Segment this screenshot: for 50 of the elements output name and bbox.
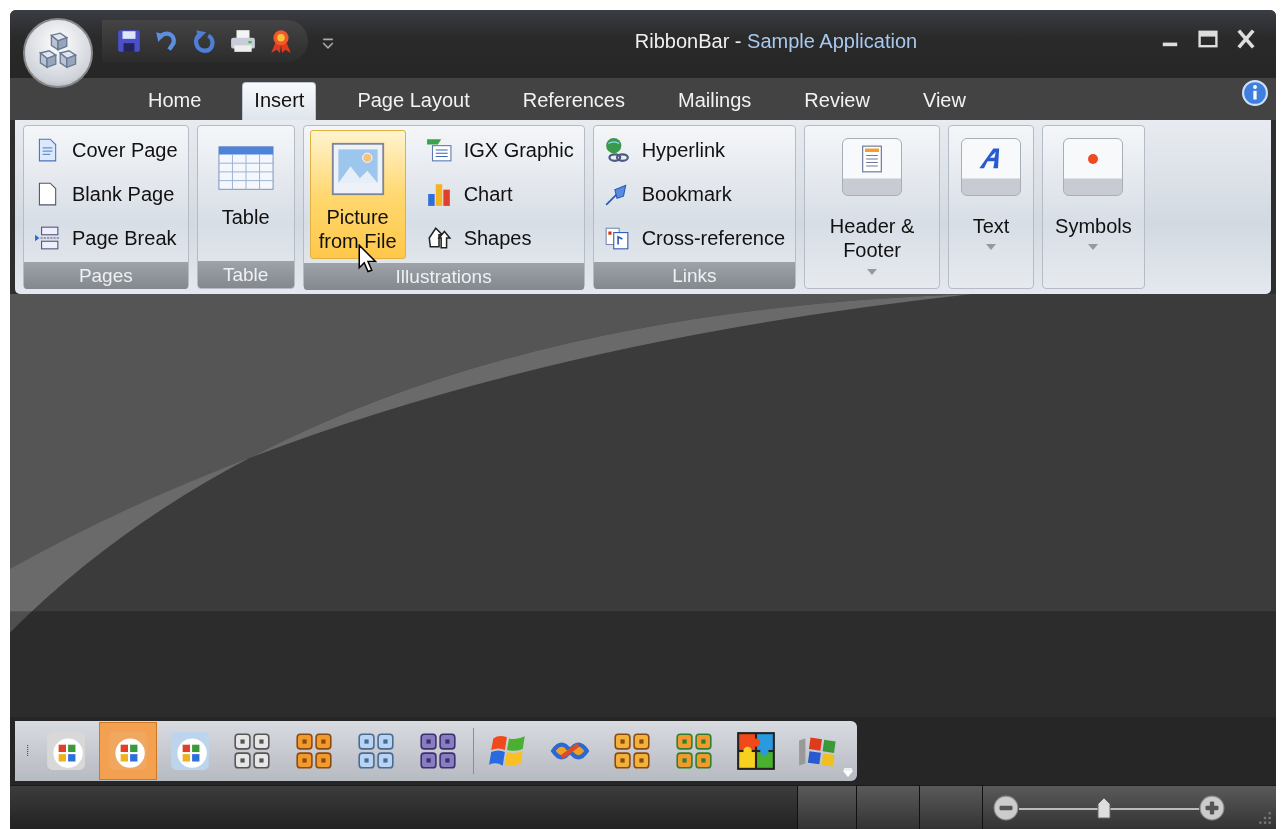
ribbon-tab[interactable]: Review bbox=[792, 82, 882, 120]
customize-caret-icon[interactable] bbox=[322, 37, 334, 49]
ribbon-dropdown-button[interactable]: Text bbox=[953, 130, 1030, 295]
ribbon-button[interactable]: Table bbox=[203, 130, 288, 235]
puzzle-icon bbox=[735, 729, 777, 773]
save-icon[interactable] bbox=[116, 28, 142, 54]
office-logo-icon bbox=[106, 729, 149, 773]
ribbon-tab[interactable]: References bbox=[510, 82, 637, 120]
zoom-slider[interactable] bbox=[1019, 796, 1199, 819]
group-caption: Table bbox=[197, 261, 294, 288]
ribbon-dropdown-button[interactable]: Header & Footer bbox=[809, 130, 936, 295]
info-icon[interactable] bbox=[1242, 80, 1268, 106]
office-logo-icon bbox=[168, 729, 211, 773]
bar-chart-icon bbox=[425, 181, 452, 207]
ribbon-button[interactable]: Bookmark bbox=[599, 174, 790, 214]
ribbon-button[interactable]: Hyperlink bbox=[599, 130, 790, 170]
globe-chain-icon bbox=[603, 137, 630, 163]
ribbon-button[interactable]: Chart bbox=[421, 174, 578, 214]
ribbon-tab[interactable]: Page Layout bbox=[345, 82, 482, 120]
dropdown-caret-icon bbox=[986, 244, 997, 251]
ribbon-tab[interactable]: Insert bbox=[242, 82, 317, 120]
group-caption: Links bbox=[593, 262, 796, 289]
printer-icon[interactable] bbox=[230, 28, 256, 54]
ribbon-tab[interactable]: View bbox=[910, 82, 978, 120]
group-caption: Pages bbox=[24, 262, 188, 289]
window-title: RibbonBar - Sample Application bbox=[634, 29, 918, 53]
redo-icon[interactable] bbox=[192, 28, 218, 54]
ribbon-tab[interactable]: Mailings bbox=[666, 82, 764, 120]
office-logo-icon bbox=[44, 729, 87, 773]
zoom-out-icon[interactable] bbox=[993, 794, 1019, 821]
award-ribbon-icon[interactable] bbox=[268, 28, 294, 54]
ribbon-button[interactable]: Cross-reference bbox=[599, 218, 790, 258]
group-caption: Illustrations bbox=[303, 262, 584, 290]
ribbon-dropdown-button[interactable]: Symbols bbox=[1047, 130, 1140, 295]
zoom-in-icon[interactable] bbox=[1199, 794, 1225, 821]
ribbon-button[interactable]: Picture from File bbox=[309, 130, 406, 259]
resize-grip-icon[interactable] bbox=[1258, 811, 1272, 825]
dropdown-caret-icon bbox=[1088, 244, 1099, 251]
diagram-icon bbox=[425, 137, 452, 163]
slider-thumb[interactable] bbox=[1096, 796, 1111, 819]
dot-icon bbox=[1088, 154, 1099, 164]
ribbon-tab[interactable]: Home bbox=[136, 82, 214, 120]
cross-reference-icon bbox=[603, 225, 630, 251]
ribbon-button[interactable]: Page Break bbox=[30, 218, 182, 258]
ribbon-button[interactable]: Blank Page bbox=[30, 174, 182, 214]
ribbon-button[interactable]: Cover Page bbox=[30, 130, 182, 170]
ribbon-button[interactable]: IGX Graphic bbox=[421, 130, 578, 170]
dropdown-caret-icon bbox=[867, 268, 878, 275]
ribbon-button[interactable]: Shapes bbox=[421, 218, 578, 258]
page-break-icon bbox=[34, 225, 60, 251]
